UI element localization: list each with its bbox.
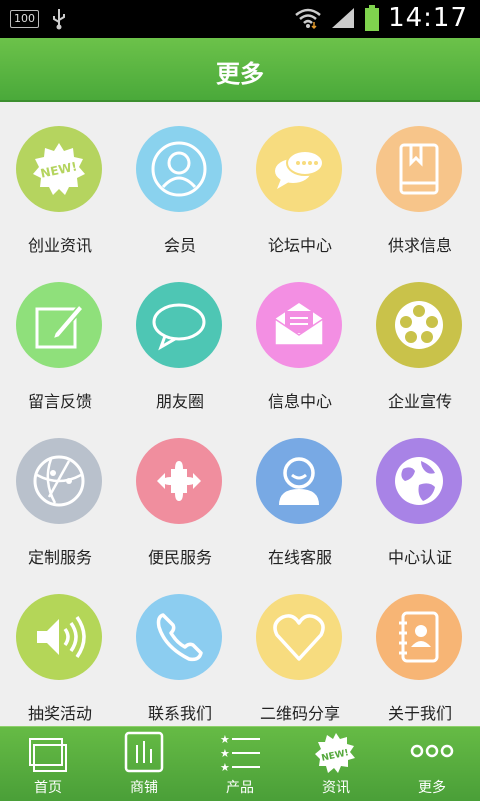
speech-bubble-icon — [136, 282, 222, 368]
speaker-icon — [16, 594, 102, 680]
shop-chart-icon — [124, 731, 164, 773]
menu-item-moments[interactable]: 朋友圈 — [120, 260, 240, 416]
svg-text:★: ★ — [220, 761, 230, 774]
menu-item-contact[interactable]: 联系我们 — [120, 572, 240, 728]
menu-item-label: 会员 — [163, 236, 196, 255]
news-badge-icon: NEW! — [315, 733, 355, 773]
menu-item-qr-share[interactable]: 二维码分享 — [240, 572, 360, 728]
more-dots-icon — [410, 744, 454, 758]
menu-item-label: 便民服务 — [147, 548, 212, 567]
menu-item-label: 抽奖活动 — [27, 704, 92, 723]
status-time: 14:17 — [388, 3, 468, 33]
battery-percent-badge: 100 — [10, 10, 39, 28]
menu-item-label: 留言反馈 — [27, 392, 92, 411]
svg-text:★: ★ — [220, 747, 230, 760]
home-pages-icon — [29, 738, 67, 772]
usb-icon — [53, 9, 65, 30]
bottom-tab-bar: 首页 商铺 ★ ★ ★ 产品 NEW! 资讯 更多 — [0, 726, 480, 801]
tab-home[interactable]: 首页 — [0, 727, 96, 801]
menu-item-label: 在线客服 — [267, 548, 332, 567]
signal-icon — [332, 8, 355, 28]
phone-icon — [136, 594, 222, 680]
menu-item-label: 论坛中心 — [267, 236, 332, 255]
menu-item-lottery[interactable]: 抽奖活动 — [0, 572, 120, 728]
menu-item-feedback[interactable]: 留言反馈 — [0, 260, 120, 416]
menu-item-member[interactable]: 会员 — [120, 104, 240, 260]
menu-item-label: 二维码分享 — [259, 704, 340, 723]
tab-products[interactable]: ★ ★ ★ 产品 — [192, 727, 288, 801]
menu-item-label: 关于我们 — [387, 704, 452, 723]
title-bar: 更多 — [0, 38, 480, 102]
contacts-book-icon — [376, 594, 462, 680]
mail-icon — [256, 282, 342, 368]
globe-network-icon — [16, 438, 102, 524]
user-icon — [136, 126, 222, 212]
new-badge-icon: NEW! — [16, 126, 102, 212]
tab-news[interactable]: NEW! 资讯 — [288, 727, 384, 801]
menu-item-about[interactable]: 关于我们 — [360, 572, 480, 728]
tab-shop[interactable]: 商铺 — [96, 727, 192, 801]
customer-service-icon — [256, 438, 342, 524]
heart-icon — [256, 594, 342, 680]
battery-icon — [365, 5, 380, 31]
menu-item-supply[interactable]: 供求信息 — [360, 104, 480, 260]
status-bar: 100 14:17 — [0, 0, 480, 38]
menu-item-label: 定制服务 — [27, 548, 92, 567]
menu-item-message-center[interactable]: 信息中心 — [240, 260, 360, 416]
menu-item-promotion[interactable]: 企业宣传 — [360, 260, 480, 416]
puzzle-icon — [136, 438, 222, 524]
menu-item-label: 朋友圈 — [155, 392, 204, 411]
svg-text:★: ★ — [220, 733, 230, 746]
edit-icon — [16, 282, 102, 368]
tab-more[interactable]: 更多 — [384, 727, 480, 801]
menu-item-label: 信息中心 — [267, 392, 332, 411]
book-icon — [376, 126, 462, 212]
tab-label: 商铺 — [130, 780, 158, 796]
menu-item-label: 供求信息 — [387, 236, 452, 255]
film-reel-icon — [376, 282, 462, 368]
menu-item-label: 企业宣传 — [387, 392, 452, 411]
world-icon — [376, 438, 462, 524]
tab-label: 首页 — [34, 780, 62, 796]
menu-item-forum[interactable]: 论坛中心 — [240, 104, 360, 260]
menu-item-label: 联系我们 — [147, 704, 212, 723]
tab-label: 产品 — [226, 780, 254, 796]
menu-item-certification[interactable]: 中心认证 — [360, 416, 480, 572]
menu-item-label: 创业资讯 — [27, 236, 92, 255]
menu-item-online-support[interactable]: 在线客服 — [240, 416, 360, 572]
tab-label: 资讯 — [322, 780, 350, 796]
menu-item-convenience[interactable]: 便民服务 — [120, 416, 240, 572]
tab-label: 更多 — [418, 780, 446, 796]
menu-item-custom-service[interactable]: 定制服务 — [0, 416, 120, 572]
product-list-icon: ★★★ — [220, 733, 260, 774]
menu-item-label: 中心认证 — [387, 548, 452, 567]
menu-item-chuangye[interactable]: NEW! 创业资讯 — [0, 104, 120, 260]
wifi-icon — [295, 8, 321, 30]
chat-bubbles-icon — [256, 126, 342, 212]
page-title: 更多 — [216, 60, 264, 88]
